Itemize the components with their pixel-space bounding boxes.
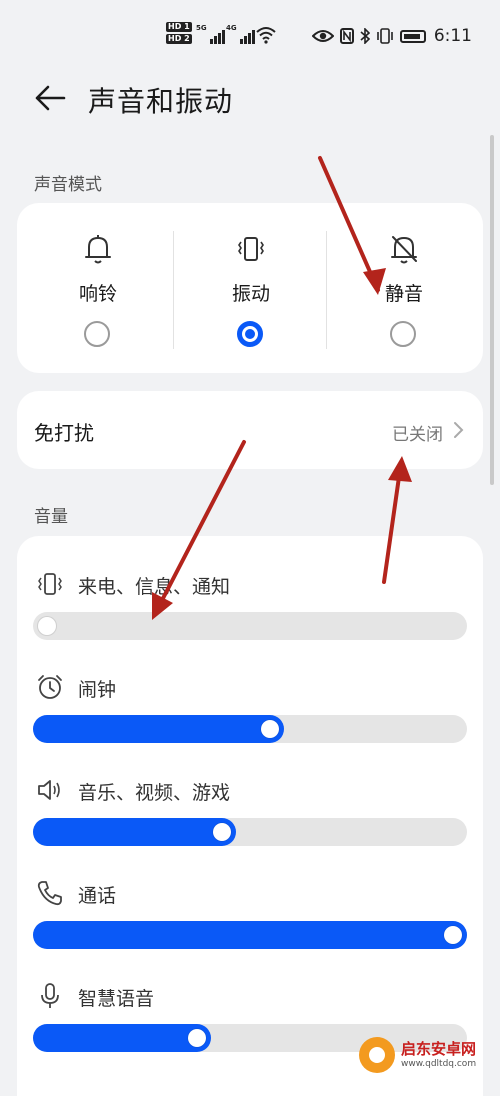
hd-badges: HD 1 HD 2 [166, 22, 192, 46]
slider-thumb[interactable] [212, 823, 231, 841]
signal-icon-sim2: 4G [226, 24, 255, 44]
volume-card: 来电、信息、通知 闹钟 音乐、视频、游戏 通话 智慧语音 [17, 536, 483, 1096]
slider-fill [33, 715, 285, 743]
volume-slider[interactable] [33, 715, 467, 743]
mode-label-ring: 响铃 [78, 283, 117, 305]
volume-section-label: 音量 [34, 507, 68, 527]
sound-mode-section-label: 声音模式 [34, 175, 102, 195]
watermark-title: 启东安卓网 [401, 1039, 477, 1058]
vibrate-icon [238, 237, 264, 261]
battery-icon [399, 29, 426, 43]
volume-label: 通话 [78, 885, 117, 907]
vibrate-icon [38, 573, 62, 595]
volume-row-ringtone: 来电、信息、通知 [17, 570, 483, 670]
hd-badge-2: HD 2 [166, 34, 192, 44]
volume-row-media: 音乐、视频、游戏 [17, 776, 483, 876]
volume-row-alarm: 闹钟 [17, 673, 483, 773]
bell-icon [85, 235, 111, 264]
watermark-url: www.qdltdq.com [401, 1058, 477, 1069]
hd-badge-1: HD 1 [166, 22, 192, 32]
volume-slider[interactable] [33, 921, 467, 949]
signal-icon-sim1: 5G [196, 24, 225, 44]
back-arrow-icon[interactable] [34, 84, 66, 112]
alarm-clock-icon [38, 675, 62, 699]
watermark: 启东安卓网 www.qdltdq.com [359, 1032, 494, 1078]
eye-icon [311, 30, 334, 42]
mode-option-silent[interactable]: 静音 [327, 203, 481, 373]
slider-fill [33, 818, 236, 846]
slider-thumb[interactable] [38, 617, 56, 635]
wifi-icon [256, 27, 276, 44]
clock-time: 6:11 [433, 26, 472, 46]
radio-vibrate[interactable] [237, 321, 263, 347]
volume-label: 闹钟 [78, 679, 117, 701]
status-bar: HD 1 HD 2 5G 4G 6:11 [0, 0, 500, 72]
phone-icon [37, 881, 62, 906]
slider-fill [33, 921, 467, 949]
mode-option-ring[interactable]: 响铃 [21, 203, 175, 373]
slider-fill [33, 1024, 212, 1052]
volume-slider[interactable] [33, 818, 467, 846]
sound-mode-card: 响铃 振动 静音 [17, 203, 483, 373]
volume-label: 智慧语音 [78, 988, 155, 1010]
slider-thumb[interactable] [444, 926, 462, 944]
volume-slider[interactable] [33, 612, 467, 640]
watermark-logo [359, 1037, 395, 1073]
microphone-icon [41, 983, 59, 1008]
chevron-right-icon [454, 422, 464, 438]
radio-silent[interactable] [390, 321, 416, 347]
mode-label-vibrate: 振动 [231, 283, 270, 305]
mode-option-vibrate[interactable]: 振动 [174, 203, 328, 373]
bell-off-icon [391, 236, 417, 264]
speaker-icon [38, 780, 60, 800]
do-not-disturb-row[interactable]: 免打扰 已关闭 [17, 391, 483, 469]
volume-label: 音乐、视频、游戏 [78, 782, 231, 804]
radio-ring[interactable] [84, 321, 110, 347]
nfc-icon [339, 28, 354, 44]
volume-label: 来电、信息、通知 [78, 576, 231, 598]
bluetooth-icon [360, 28, 370, 44]
dnd-status: 已关闭 [392, 425, 443, 445]
mode-label-silent: 静音 [384, 283, 423, 305]
page-title: 声音和振动 [88, 85, 234, 118]
scrollbar[interactable] [490, 135, 494, 485]
volume-row-call: 通话 [17, 879, 483, 979]
dnd-title: 免打扰 [34, 421, 94, 445]
vibrate-icon [377, 28, 393, 44]
